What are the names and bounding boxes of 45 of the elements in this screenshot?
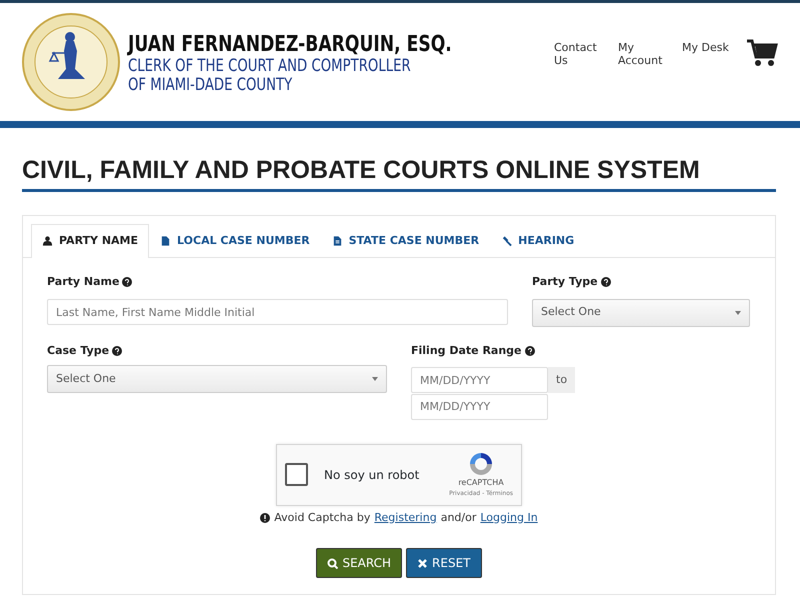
document-icon [332, 234, 343, 247]
recaptcha-logo-icon [468, 451, 494, 477]
person-icon [42, 235, 53, 248]
clerk-name: JUAN FERNANDEZ-BARQUIN, ESQ. [128, 33, 452, 58]
tab[interactable]: STATE CASE NUMBER [320, 224, 490, 257]
search-icon [327, 558, 338, 568]
login-link[interactable]: Logging In [480, 510, 538, 526]
range-separator: to [548, 367, 576, 393]
caret-icon [735, 310, 741, 314]
captcha-checkbox[interactable] [285, 463, 308, 486]
search-button[interactable]: SEARCH [316, 548, 402, 578]
nav-link[interactable]: My Account [618, 41, 666, 68]
help-icon [112, 346, 122, 356]
close-icon [417, 558, 428, 568]
help-icon [600, 277, 611, 288]
office-title: OF MIAMI-DADE COUNTY [128, 76, 294, 95]
field-label: Filing Date Range [411, 342, 522, 358]
recaptcha-brand: reCAPTCHA [458, 477, 504, 489]
cart-icon[interactable] [746, 39, 778, 67]
register-link[interactable]: Registering [374, 510, 437, 526]
date-field[interactable]: MM/DD/YYYY [411, 394, 548, 420]
field-label: Party Name [47, 274, 120, 290]
help-icon [524, 346, 535, 356]
party-name-field[interactable]: Last Name, First Name Middle Initial [47, 299, 508, 325]
select-dropdown[interactable]: Select One [47, 365, 387, 393]
exclamation-icon [260, 512, 270, 523]
field-label: Party Type [532, 274, 598, 290]
nav-link[interactable]: My Desk [682, 41, 730, 54]
gavel-icon [501, 234, 512, 247]
page-title: CIVIL, FAMILY AND PROBATE COURTS ONLINE SYSTEM [22, 154, 776, 192]
date-field[interactable]: MM/DD/YYYY [411, 367, 548, 393]
tab[interactable]: LOCAL CASE NUMBER [149, 224, 321, 257]
tab[interactable]: PARTY NAME [31, 224, 150, 258]
caret-icon [372, 377, 378, 381]
field-label: Case Type [47, 342, 110, 358]
captcha-label: No soy un robot [324, 466, 420, 484]
help-icon [122, 277, 132, 288]
note-text: Avoid Captcha by [274, 510, 370, 526]
office-title: CLERK OF THE COURT AND COMPTROLLER [128, 57, 412, 76]
document-icon [160, 234, 172, 247]
note-text: and/or [440, 510, 476, 526]
reset-button[interactable]: RESET [406, 548, 482, 578]
tab[interactable]: HEARING [490, 224, 586, 257]
select-dropdown[interactable]: Select One [532, 298, 750, 326]
nav-link[interactable]: Contact Us [554, 41, 602, 68]
